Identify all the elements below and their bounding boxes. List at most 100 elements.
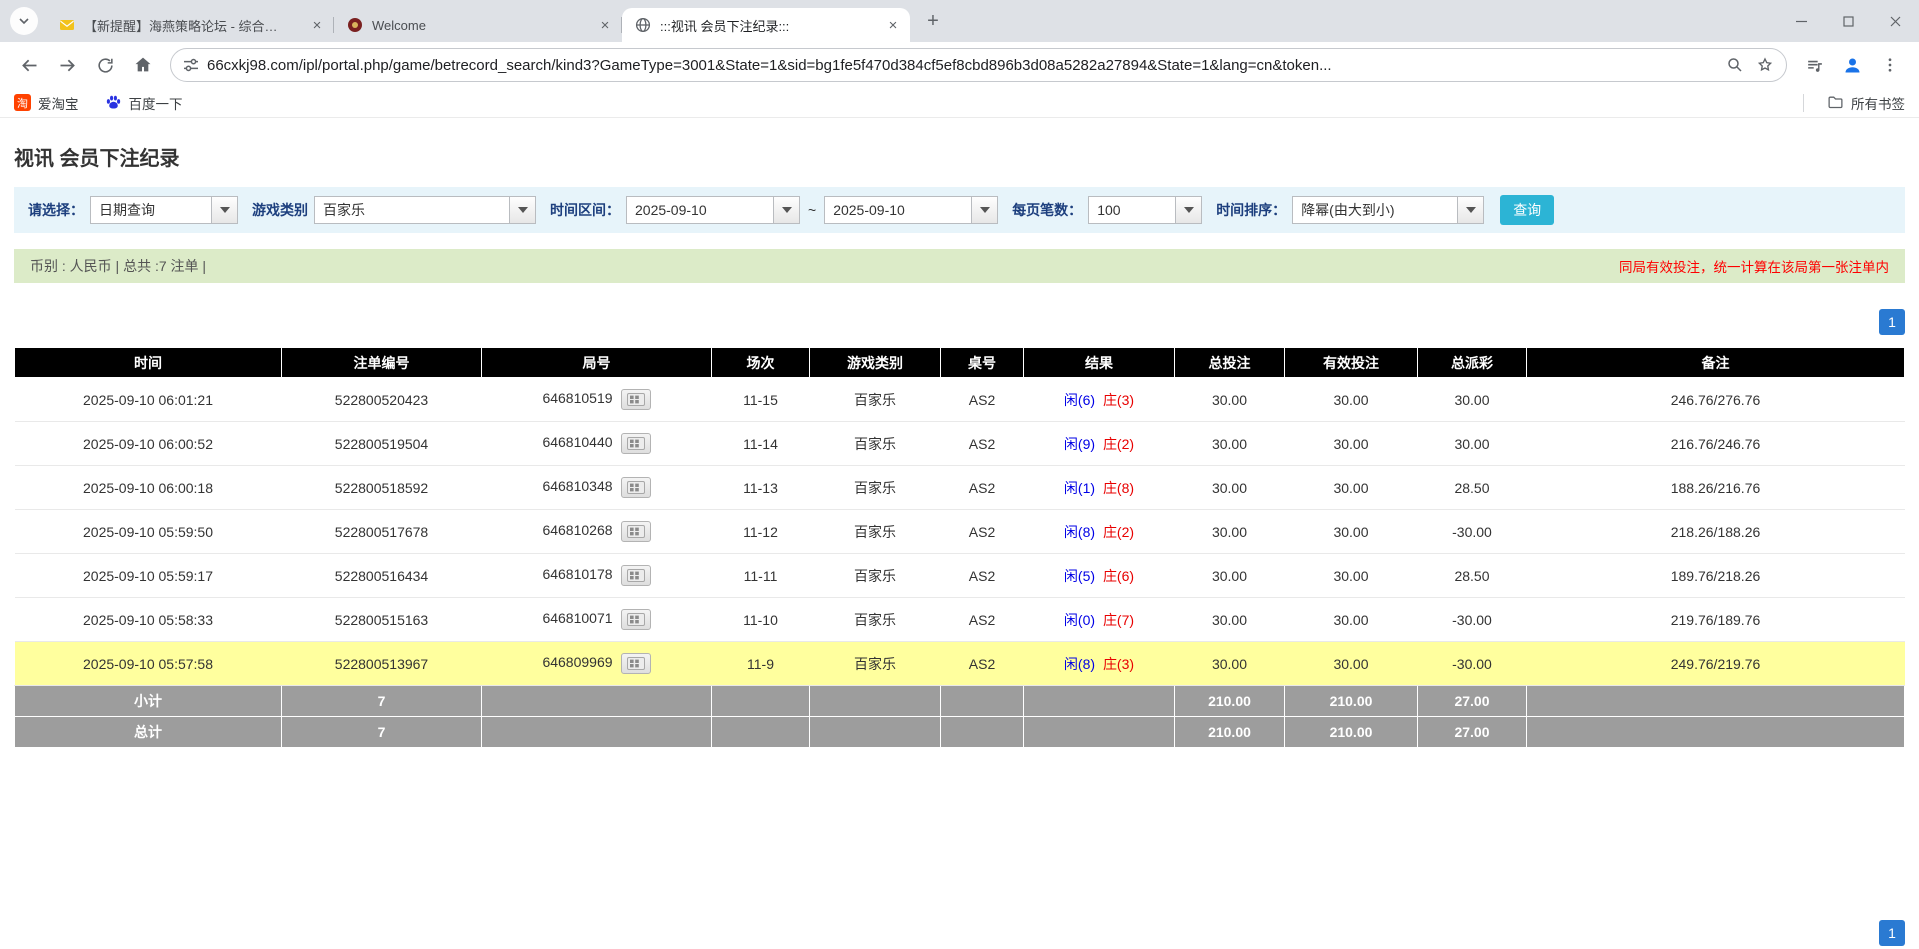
cell-result: 闲(9) 庄(2) (1024, 422, 1175, 466)
film-icon (627, 481, 645, 494)
tab-forum[interactable]: 【新提醒】海燕策略论坛 - 综合… × (46, 8, 334, 42)
search-button[interactable]: 查询 (1500, 195, 1554, 225)
cell-session: 11-15 (712, 378, 810, 422)
date-from-dropdown-button[interactable] (773, 197, 799, 223)
window-controls (1778, 0, 1919, 42)
cell-total-bet[interactable]: 30.00 (1175, 642, 1285, 686)
bookmark-star-button[interactable] (1750, 50, 1780, 80)
cell-total-bet[interactable]: 30.00 (1175, 598, 1285, 642)
cell-table-no: AS2 (941, 378, 1024, 422)
bookmark-label: 百度一下 (129, 93, 183, 113)
bet-records-table: 时间注单编号局号场次游戏类别桌号结果总投注有效投注总派彩备注 2025-09-1… (14, 347, 1905, 748)
date-to-picker (824, 196, 998, 224)
cell-payout: 30.00 (1418, 422, 1527, 466)
cell-bet-id: 522800520423 (282, 378, 482, 422)
tab-search-button[interactable] (10, 7, 38, 35)
notice-text: 同局有效投注，统一计算在该局第一张注单内 (1619, 256, 1889, 276)
view-video-button[interactable] (621, 477, 651, 498)
address-bar[interactable]: 66cxkj98.com/ipl/portal.php/game/betreco… (170, 48, 1787, 82)
cell-session: 11-14 (712, 422, 810, 466)
page-size-dropdown-button[interactable] (1175, 197, 1201, 223)
cell-game-type: 百家乐 (810, 554, 941, 598)
tab-close-icon[interactable]: × (308, 16, 326, 34)
tab-welcome[interactable]: Welcome × (334, 8, 622, 42)
url-text[interactable]: 66cxkj98.com/ipl/portal.php/game/betreco… (207, 57, 1712, 74)
mode-input[interactable] (91, 197, 211, 223)
browser-menu-button[interactable] (1873, 48, 1907, 82)
date-from-picker (626, 196, 800, 224)
cell-total-bet[interactable]: 30.00 (1175, 510, 1285, 554)
date-from-input[interactable] (627, 197, 773, 223)
page-size-label: 每页笔数： (1012, 200, 1082, 220)
result-player: 闲(8) (1064, 656, 1095, 672)
tab-bet-records[interactable]: :::视讯 会员下注纪录::: × (622, 8, 910, 42)
refresh-button[interactable] (88, 48, 122, 82)
dropdown-arrow-icon (1466, 207, 1476, 213)
page-number-button[interactable]: 1 (1879, 920, 1905, 946)
all-bookmarks-button[interactable]: 所有书签 (1803, 93, 1905, 113)
cell-game-type: 百家乐 (810, 642, 941, 686)
range-separator: ~ (808, 202, 816, 218)
game-type-label: 游戏类别 (252, 200, 308, 220)
browser-window: { "browser": { "tabs": [ { "title": "【新提… (0, 0, 1919, 949)
film-icon (627, 613, 645, 626)
cell-total-bet[interactable]: 30.00 (1175, 378, 1285, 422)
game-type-input[interactable] (315, 197, 509, 223)
summary-bar: 币别 : 人民币 | 总共 :7 注单 | 同局有效投注，统一计算在该局第一张注… (14, 249, 1905, 283)
date-to-dropdown-button[interactable] (971, 197, 997, 223)
new-tab-button[interactable]: + (919, 7, 947, 35)
result-banker: 庄(3) (1103, 656, 1134, 672)
view-video-button[interactable] (621, 521, 651, 542)
cell-total-bet[interactable]: 30.00 (1175, 466, 1285, 510)
round-number: 646810440 (542, 434, 612, 450)
cell-total-bet[interactable]: 30.00 (1175, 422, 1285, 466)
page-size-input[interactable] (1089, 197, 1175, 223)
sort-input[interactable] (1293, 197, 1457, 223)
cell-payout: 30.00 (1418, 378, 1527, 422)
tab-close-icon[interactable]: × (596, 16, 614, 34)
zoom-button[interactable] (1720, 50, 1750, 80)
home-icon (133, 55, 153, 75)
view-video-button[interactable] (621, 433, 651, 454)
cell-game-type: 百家乐 (810, 378, 941, 422)
media-controls-button[interactable] (1797, 48, 1831, 82)
cell-result: 闲(0) 庄(7) (1024, 598, 1175, 642)
view-video-button[interactable] (621, 565, 651, 586)
table-header-cell: 游戏类别 (810, 348, 941, 378)
cell-payout: -30.00 (1418, 598, 1527, 642)
cell-total-bet[interactable]: 30.00 (1175, 554, 1285, 598)
mode-dropdown-button[interactable] (211, 197, 237, 223)
film-icon (627, 393, 645, 406)
back-button[interactable] (12, 48, 46, 82)
cell-time: 2025-09-10 06:00:52 (15, 422, 282, 466)
game-type-combobox (314, 196, 536, 224)
game-type-dropdown-button[interactable] (509, 197, 535, 223)
date-to-input[interactable] (825, 197, 971, 223)
profile-button[interactable] (1835, 48, 1869, 82)
tab-close-icon[interactable]: × (884, 16, 902, 34)
table-body: 2025-09-10 06:01:21 522800520423 6468105… (15, 378, 1905, 686)
view-video-button[interactable] (621, 653, 651, 674)
close-window-button[interactable] (1872, 0, 1919, 42)
sort-dropdown-button[interactable] (1457, 197, 1483, 223)
table-header-cell: 总投注 (1175, 348, 1285, 378)
bookmark-baidu[interactable]: 百度一下 (105, 93, 183, 113)
tab-title: Welcome (372, 18, 596, 33)
subtotal-label: 小计 (15, 686, 282, 717)
view-video-button[interactable] (621, 609, 651, 630)
cell-remark: 218.26/188.26 (1527, 510, 1905, 554)
page-number-button[interactable]: 1 (1879, 309, 1905, 335)
minimize-button[interactable] (1778, 0, 1825, 42)
forward-button[interactable] (50, 48, 84, 82)
view-video-button[interactable] (621, 389, 651, 410)
round-number: 646810178 (542, 566, 612, 582)
cell-table-no: AS2 (941, 642, 1024, 686)
table-row: 2025-09-10 05:59:17 522800516434 6468101… (15, 554, 1905, 598)
tab-strip: 【新提醒】海燕策略论坛 - 综合… × Welcome × :::视讯 会员下注… (46, 8, 910, 42)
table-head: 时间注单编号局号场次游戏类别桌号结果总投注有效投注总派彩备注 (15, 348, 1905, 378)
result-banker: 庄(3) (1103, 392, 1134, 408)
home-button[interactable] (126, 48, 160, 82)
bookmark-taobao[interactable]: 淘 爱淘宝 (14, 93, 79, 113)
site-info-icon[interactable] (183, 57, 199, 73)
maximize-button[interactable] (1825, 0, 1872, 42)
